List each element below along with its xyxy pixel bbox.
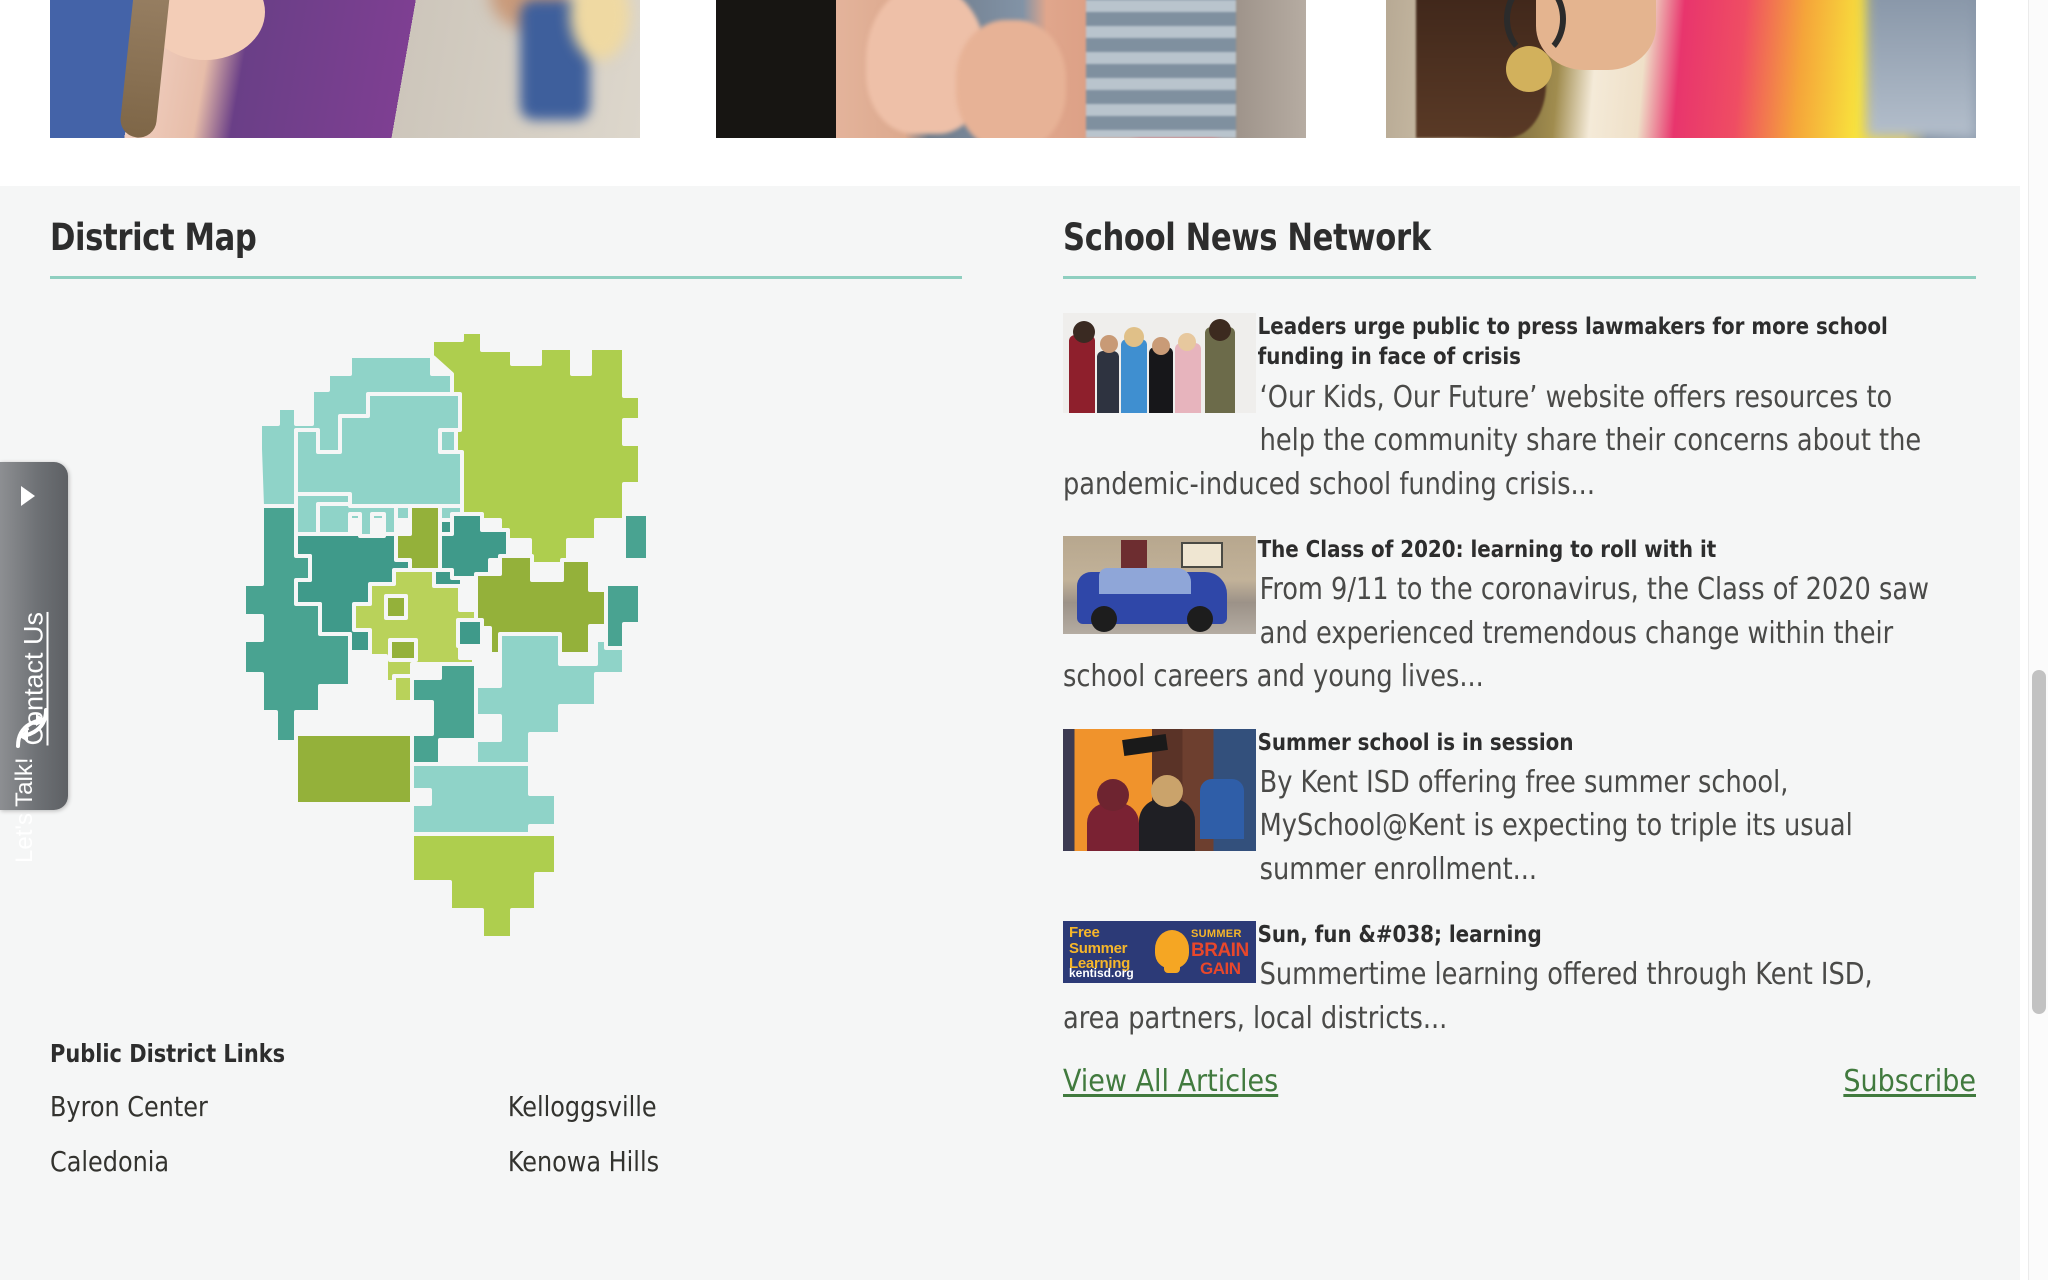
map-region-far-east-2[interactable] bbox=[622, 512, 650, 563]
scrollbar-thumb[interactable] bbox=[2032, 670, 2046, 1014]
public-district-links-grid: Byron Center Kelloggsville Caledonia Ken… bbox=[50, 1090, 916, 1178]
map-region-enclave-2[interactable] bbox=[388, 638, 418, 663]
article-headline[interactable]: Leaders urge public to press lawmakers f… bbox=[1063, 305, 1921, 371]
news-article-item: Free Summer Learning kentisd.org SUMMER … bbox=[1063, 913, 1976, 1040]
page-title-district-map: District Map bbox=[50, 216, 257, 259]
lets-talk-swoosh-icon bbox=[16, 708, 48, 748]
page-root: District Map Public District Links Byron… bbox=[0, 0, 2048, 1280]
district-link-kelloggsville[interactable]: Kelloggsville bbox=[508, 1090, 966, 1123]
main-content: District Map Public District Links Byron… bbox=[0, 186, 2040, 1280]
news-footer: View All Articles Subscribe bbox=[1063, 1064, 1976, 1099]
vertical-scrollbar[interactable] bbox=[2028, 0, 2048, 1280]
news-article-item: The Class of 2020: learning to roll with… bbox=[1063, 528, 1976, 699]
school-news-column: School News Network Leaders urge public … bbox=[1063, 186, 1976, 1099]
map-region-south-green[interactable] bbox=[410, 832, 558, 941]
news-article-item: Summer school is in session By Kent ISD … bbox=[1063, 721, 1976, 892]
news-article-list: Leaders urge public to press lawmakers f… bbox=[1063, 279, 1976, 1040]
map-region-far-east[interactable] bbox=[604, 582, 642, 651]
article-headline[interactable]: Sun, fun &#038; learning bbox=[1063, 913, 1921, 949]
district-link-byron-center[interactable]: Byron Center bbox=[50, 1090, 508, 1123]
page-right-edge bbox=[2020, 0, 2028, 1280]
view-all-articles-link[interactable]: View All Articles bbox=[1063, 1064, 1278, 1099]
subscribe-link[interactable]: Subscribe bbox=[1843, 1064, 1976, 1099]
article-excerpt: From 9/11 to the coronavirus, the Class … bbox=[1063, 572, 1929, 695]
news-article-item: Leaders urge public to press lawmakers f… bbox=[1063, 305, 1976, 506]
students-classroom-photo[interactable] bbox=[50, 0, 640, 138]
district-link-kenowa-hills[interactable]: Kenowa Hills bbox=[508, 1145, 966, 1178]
article-excerpt: By Kent ISD offering free summer school,… bbox=[1259, 764, 1853, 887]
article-headline[interactable]: Summer school is in session bbox=[1063, 721, 1921, 757]
article-headline[interactable]: The Class of 2020: learning to roll with… bbox=[1063, 528, 1921, 564]
district-link-caledonia[interactable]: Caledonia bbox=[50, 1145, 508, 1178]
map-region-lower-right[interactable] bbox=[474, 632, 626, 767]
article-excerpt: ‘Our Kids, Our Future’ website offers re… bbox=[1063, 379, 1922, 502]
district-map-column: District Map Public District Links Byron… bbox=[50, 186, 962, 1178]
map-region-enclave-3[interactable] bbox=[384, 594, 408, 621]
map-region-enclave[interactable] bbox=[456, 618, 484, 649]
district-map-svg[interactable] bbox=[200, 334, 700, 1034]
page-title-school-news: School News Network bbox=[1063, 216, 1431, 259]
district-map-graphic[interactable] bbox=[50, 279, 962, 1049]
students-clapping-photo[interactable] bbox=[716, 0, 1306, 138]
map-region-e-teal[interactable] bbox=[438, 512, 510, 581]
student-tiedye-photo[interactable] bbox=[1386, 0, 1976, 138]
public-district-links-heading: Public District Links bbox=[50, 1039, 286, 1069]
photo-strip bbox=[0, 0, 2040, 186]
article-excerpt: Summertime learning offered through Kent… bbox=[1063, 957, 1873, 1036]
lets-talk-contact-tab[interactable]: Contact Us Let's Talk! bbox=[0, 462, 68, 863]
map-region-sw[interactable] bbox=[294, 732, 432, 807]
